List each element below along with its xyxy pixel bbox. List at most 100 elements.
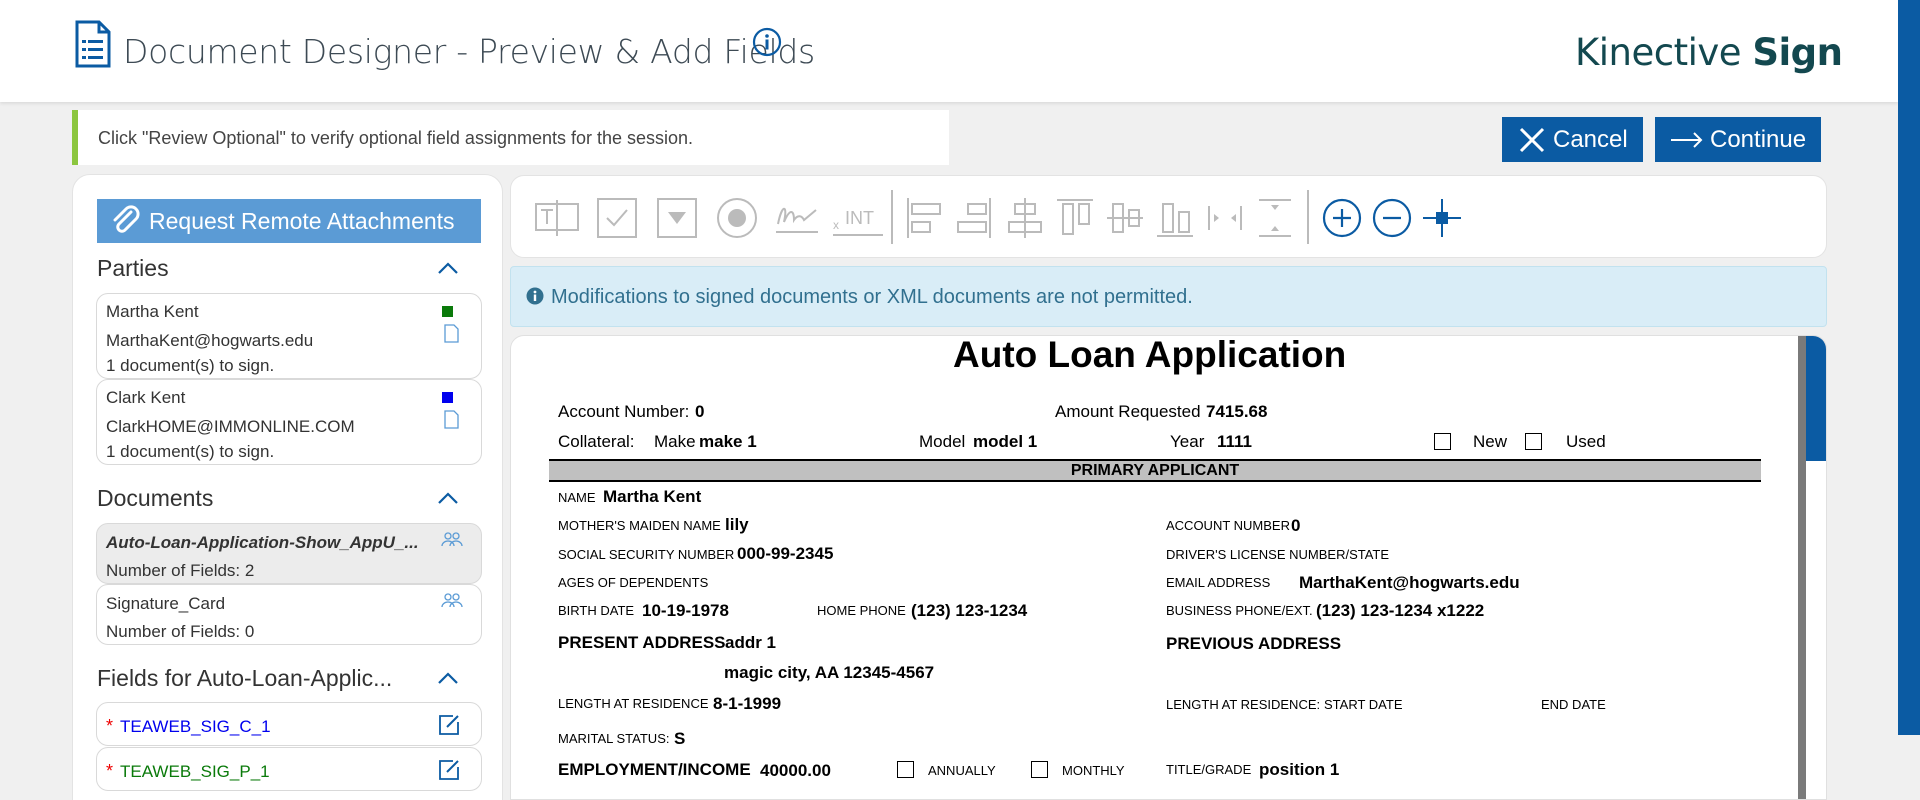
maiden-name-label: MOTHER'S MAIDEN NAME [558,518,721,533]
home-phone-value: (123) 123-1234 [911,601,1028,620]
info-circle-icon [526,287,544,305]
required-marker: * [106,716,114,736]
document-icon[interactable] [444,324,459,343]
length-at-residence-value: 8-1-1999 [713,694,782,713]
document-page-edge [1798,336,1806,799]
continue-label: Continue [1710,125,1807,153]
amount-requested-label: Amount Requested [1055,402,1201,421]
edit-icon[interactable] [437,758,461,782]
party-color-swatch [442,392,453,403]
sidebar: Request Remote Attachments Parties Marth… [72,174,503,800]
distribute-horizontal-tool-icon[interactable] [1205,196,1245,240]
continue-button[interactable]: Continue [1655,117,1821,162]
crosshair-move-icon[interactable] [1421,196,1463,240]
party-doc-count: 1 document(s) to sign. [106,356,275,375]
field-item[interactable]: * TEAWEB_SIG_C_1 [96,702,482,746]
info-banner: Modifications to signed documents or XML… [510,266,1827,327]
new-label: New [1473,432,1508,451]
fields-section-header[interactable]: Fields for Auto-Loan-Applic... [97,665,481,692]
checkbox-tool-icon[interactable] [595,196,639,240]
annually-label: ANNUALLY [928,763,996,778]
document-preview[interactable]: Auto Loan Application Account Number: 0 … [510,335,1827,800]
align-bottom-tool-icon[interactable] [1155,196,1195,240]
used-checkbox[interactable] [1525,433,1542,450]
documents-section-header[interactable]: Documents [97,485,481,512]
business-phone-label: BUSINESS PHONE/EXT. [1166,603,1313,618]
end-date-label: END DATE [1541,697,1606,712]
edit-icon[interactable] [437,713,461,737]
page-title: Document Designer - Preview & Add Fields [123,32,815,71]
maiden-name-value: lily [725,515,749,534]
toolbar-separator [1307,190,1309,244]
party-card[interactable]: Clark Kent ClarkHOME@IMMONLINE.COM 1 doc… [96,379,482,465]
initials-label: INT [845,208,874,228]
annually-checkbox[interactable] [897,761,914,778]
request-remote-attachments-label: Request Remote Attachments [149,207,455,234]
users-group-icon[interactable] [441,591,463,609]
present-address-label: PRESENT ADDRESS [558,633,726,652]
align-left-tool-icon[interactable] [904,196,944,240]
align-center-tool-icon[interactable] [1005,196,1045,240]
info-icon[interactable] [752,27,782,57]
initials-tool-icon[interactable]: x INT [833,196,883,240]
review-notice-text: Click "Review Optional" to verify option… [98,128,694,148]
radio-tool-icon[interactable] [714,196,760,240]
info-banner-text: Modifications to signed documents or XML… [551,286,1193,308]
used-label: Used [1566,432,1606,451]
dropdown-tool-icon[interactable] [655,196,699,240]
document-icon[interactable] [444,410,459,429]
chevron-up-icon[interactable] [437,671,459,685]
cancel-label: Cancel [1553,125,1628,153]
parties-section-header[interactable]: Parties [97,255,481,282]
brand-name-light: Kinective [1575,31,1753,74]
align-top-tool-icon[interactable] [1055,196,1095,240]
request-remote-attachments-button[interactable]: Request Remote Attachments [97,199,481,243]
party-card[interactable]: Martha Kent MarthaKent@hogwarts.edu 1 do… [96,293,482,379]
title-grade-label: TITLE/GRADE [1166,762,1252,777]
document-card-selected[interactable]: Auto-Loan-Application-Show_AppU_... Numb… [96,523,482,584]
field-item[interactable]: * TEAWEB_SIG_P_1 [96,747,482,791]
birth-date-label: BIRTH DATE [558,603,635,618]
previous-length-at-residence-label: LENGTH AT RESIDENCE: [1166,697,1321,712]
dependents-label: AGES OF DEPENDENTS [558,575,709,590]
make-value: make 1 [699,432,757,451]
field-name: TEAWEB_SIG_P_1 [120,762,270,781]
email-value: MarthaKent@hogwarts.edu [1299,573,1520,592]
document-scroll-thumb[interactable] [1806,461,1826,799]
year-label: Year [1170,432,1205,451]
toolbar-separator [891,190,893,244]
align-right-tool-icon[interactable] [954,196,994,240]
distribute-vertical-tool-icon[interactable] [1255,196,1295,240]
new-checkbox[interactable] [1434,433,1451,450]
document-card[interactable]: Signature_Card Number of Fields: 0 [96,584,482,645]
make-label: Make [654,432,696,451]
users-group-icon[interactable] [441,530,463,548]
text-field-tool-icon[interactable] [533,196,581,240]
party-email: ClarkHOME@IMMONLINE.COM [106,417,355,436]
marital-status-value: S [674,729,686,748]
present-address-line1: addr 1 [725,633,777,652]
chevron-up-icon[interactable] [437,261,459,275]
cancel-button[interactable]: Cancel [1502,117,1643,162]
amount-requested-value: 7415.68 [1206,402,1268,421]
model-value: model 1 [973,432,1038,451]
brand-logo: Kinective Sign [1575,31,1843,74]
drivers-license-label: DRIVER'S LICENSE NUMBER/STATE [1166,547,1390,562]
zoom-in-icon[interactable] [1321,196,1363,240]
monthly-label: MONTHLY [1062,763,1125,778]
monthly-checkbox[interactable] [1031,761,1048,778]
align-middle-tool-icon[interactable] [1105,196,1145,240]
zoom-out-icon[interactable] [1371,196,1413,240]
employment-income-value: 40000.00 [760,761,831,780]
documents-heading: Documents [97,485,214,511]
document-name: Signature_Card [106,594,226,613]
brand-name-bold: Sign [1752,31,1843,74]
email-label: EMAIL ADDRESS [1166,575,1271,590]
signature-tool-icon[interactable] [774,196,820,240]
party-name: Martha Kent [106,302,199,321]
account-number-label: Account Number: [558,402,690,421]
present-address-line2: magic city, AA 12345-4567 [724,663,935,682]
ssn-value: 000-99-2345 [737,544,834,563]
name-label: NAME [558,490,596,505]
chevron-up-icon[interactable] [437,491,459,505]
